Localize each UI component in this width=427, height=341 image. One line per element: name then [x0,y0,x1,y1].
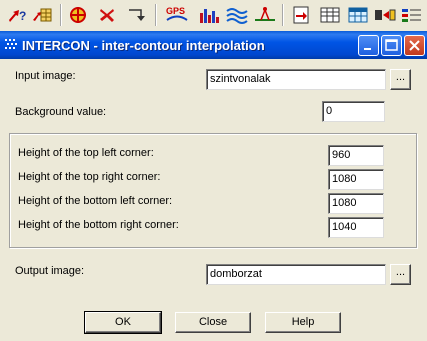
gps-icon[interactable]: GPS [163,4,191,26]
toolbar: ? GPS [0,0,427,30]
table-icon[interactable] [318,4,342,26]
export-icon[interactable] [289,4,313,26]
background-value-input[interactable] [326,105,384,117]
svg-text:GPS: GPS [166,6,185,16]
bottom-left-field[interactable] [328,193,384,214]
layer-grid-icon[interactable] [30,4,54,26]
window-title: INTERCON - inter-contour interpolation [22,38,265,53]
red-x-icon[interactable] [95,4,119,26]
bottom-right-field[interactable] [328,217,384,238]
profile-icon[interactable] [253,4,277,26]
toolbar-separator [60,4,62,26]
toolbar-separator [155,4,157,26]
bottom-left-label: Height of the bottom left corner: [18,195,173,207]
convert-icon[interactable] [373,4,397,26]
intercon-dialog: INTERCON - inter-contour interpolation I… [0,31,427,341]
top-left-label: Height of the top left corner: [18,147,154,159]
background-value-field[interactable] [322,101,385,122]
close-window-button[interactable] [404,35,425,56]
minimize-button[interactable] [358,35,379,56]
target-icon[interactable] [66,4,90,26]
title-bar[interactable]: INTERCON - inter-contour interpolation [0,31,427,59]
bottom-left-input[interactable] [332,197,383,209]
attribute-table-icon[interactable] [346,4,370,26]
toolbar-separator [282,4,284,26]
top-right-label: Height of the top right corner: [18,171,161,183]
output-browse-button[interactable]: ... [390,264,411,285]
input-image-input[interactable] [210,73,385,85]
input-image-field[interactable] [206,69,386,90]
bottom-right-label: Height of the bottom right corner: [18,219,179,231]
output-image-input[interactable] [210,268,385,280]
output-image-label: Output image: [15,265,85,277]
legend-icon[interactable] [400,4,424,26]
close-button[interactable]: Close [175,312,251,333]
top-right-input[interactable] [332,173,383,185]
svg-text:?: ? [19,9,26,23]
top-right-field[interactable] [328,169,384,190]
histogram-icon[interactable] [197,4,221,26]
bottom-right-input[interactable] [332,221,383,233]
help-button[interactable]: Help [265,312,341,333]
waves-icon[interactable] [225,4,249,26]
input-image-label: Input image: [15,70,76,82]
maximize-button[interactable] [381,35,402,56]
top-left-field[interactable] [328,145,384,166]
ok-button[interactable]: OK [84,311,162,334]
top-left-input[interactable] [332,149,383,161]
background-value-label: Background value: [15,106,107,118]
input-browse-button[interactable]: ... [390,69,411,90]
help-cursor-icon[interactable]: ? [4,4,28,26]
app-grid-icon [4,37,20,53]
output-image-field[interactable] [206,264,386,285]
route-arrow-icon[interactable] [125,4,149,26]
